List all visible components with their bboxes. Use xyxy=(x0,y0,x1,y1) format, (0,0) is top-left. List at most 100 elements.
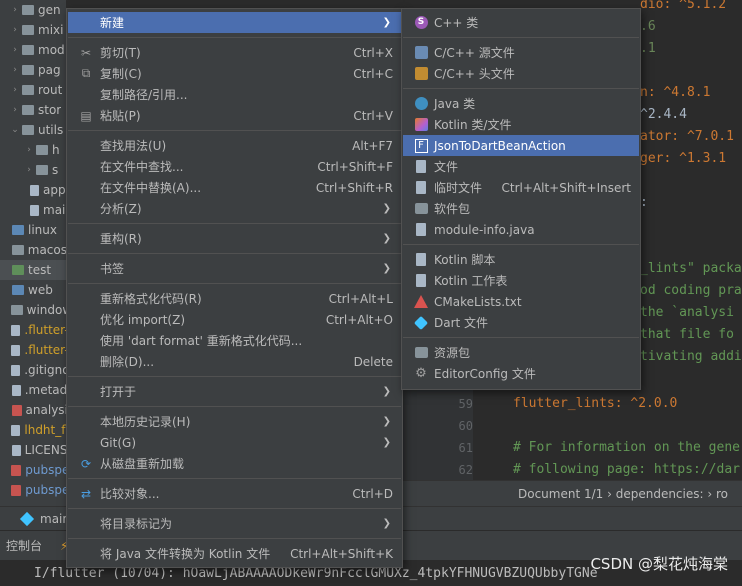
menu-item-label: 复制(C) xyxy=(100,67,142,81)
menu-item[interactable]: Dart 文件 xyxy=(403,312,639,333)
tree-item[interactable]: linux xyxy=(0,220,66,240)
menu-item[interactable]: Git(G) ❯ xyxy=(68,432,401,453)
menu-item[interactable]: 复制路径/引用... xyxy=(68,84,401,105)
tree-item[interactable]: › stor xyxy=(0,100,66,120)
chevron-icon[interactable]: › xyxy=(10,65,20,75)
tree-item[interactable]: .metad xyxy=(0,380,66,400)
menu-item[interactable]: 使用 'dart format' 重新格式化代码... xyxy=(68,330,401,351)
tree-item[interactable]: › h xyxy=(0,140,66,160)
tree-item[interactable]: macos xyxy=(0,240,66,260)
tree-item[interactable]: .flutter- xyxy=(0,320,66,340)
tree-item[interactable]: analysi xyxy=(0,400,66,420)
menu-item[interactable]: 重新格式化代码(R) Ctrl+Alt+L xyxy=(68,288,401,309)
menu-item[interactable]: 查找用法(U) Alt+F7 xyxy=(68,135,401,156)
menu-item[interactable]: ⟳ 从磁盘重新加载 xyxy=(68,453,401,474)
menu-item[interactable]: 优化 import(Z) Ctrl+Alt+O xyxy=(68,309,401,330)
menu-item[interactable]: C/C++ 源文件 xyxy=(403,42,639,63)
tree-item[interactable]: mai xyxy=(0,200,66,220)
chevron-icon[interactable]: › xyxy=(24,145,34,155)
menu-item[interactable]: ▤ 粘贴(P) Ctrl+V xyxy=(68,105,401,126)
chevron-icon[interactable]: › xyxy=(10,105,20,115)
menu-item[interactable]: 临时文件 Ctrl+Alt+Shift+Insert xyxy=(403,177,639,198)
tree-item[interactable]: app xyxy=(0,180,66,200)
folder-icon xyxy=(12,225,24,235)
menu-item[interactable]: 打开于 ❯ xyxy=(68,381,401,402)
menu-item[interactable]: Kotlin 脚本 xyxy=(403,249,639,270)
chevron-icon[interactable]: › xyxy=(10,5,20,15)
menu-item[interactable]: ⚙ EditorConfig 文件 xyxy=(403,363,639,384)
menu-item-shortcut: Ctrl+Alt+Shift+K xyxy=(290,546,393,561)
tree-item[interactable]: › mixi xyxy=(0,20,66,40)
menu-item-label: Java 类 xyxy=(434,97,476,111)
menu-item[interactable]: Kotlin 工作表 xyxy=(403,270,639,291)
new-submenu: S C++ 类 C/C++ 源文件 C/C++ 头文件 Java 类 Kotlin 类/文… xyxy=(401,8,641,390)
folder-icon xyxy=(22,5,34,15)
folder-icon xyxy=(22,45,34,55)
menu-item[interactable]: 将目录标记为 ❯ xyxy=(68,513,401,534)
menu-item-label: 重新格式化代码(R) xyxy=(100,292,202,306)
menu-item[interactable]: 删除(D)... Delete xyxy=(68,351,401,372)
menu-item-shortcut: Ctrl+Alt+L xyxy=(328,291,393,306)
tree-item-label: app xyxy=(43,183,66,197)
tree-item[interactable]: ⌄ utils xyxy=(0,120,66,140)
code-line: .1 xyxy=(640,41,656,56)
menu-separator xyxy=(403,37,639,38)
submenu-arrow-icon: ❯ xyxy=(382,233,391,244)
tree-item[interactable]: pubspe xyxy=(0,480,66,500)
tree-item[interactable]: › rout xyxy=(0,80,66,100)
menu-item-label: CMakeLists.txt xyxy=(434,294,522,309)
tree-item-label: mixi xyxy=(38,23,64,37)
chevron-icon[interactable]: › xyxy=(10,45,20,55)
tree-item[interactable]: LICENS xyxy=(0,440,66,460)
breadcrumb[interactable]: Document 1/1 › dependencies: › ro xyxy=(518,487,728,501)
menu-item[interactable]: 在文件中查找... Ctrl+Shift+F xyxy=(68,156,401,177)
console-tab[interactable]: 控制台 xyxy=(6,537,42,554)
tree-item[interactable]: › pag xyxy=(0,60,66,80)
chevron-icon[interactable]: › xyxy=(24,165,34,175)
menu-item[interactable]: ✂ 剪切(T) Ctrl+X xyxy=(68,42,401,63)
menu-item-label: 软件包 xyxy=(434,202,471,216)
menu-item[interactable]: 书签 ❯ xyxy=(68,258,401,279)
menu-item[interactable]: 重构(R) ❯ xyxy=(68,228,401,249)
menu-item[interactable]: 在文件中替换(A)... Ctrl+Shift+R xyxy=(68,177,401,198)
tree-item[interactable]: lhdht_fl xyxy=(0,420,66,440)
menu-item-label: 临时文件 xyxy=(434,181,483,195)
menu-item[interactable]: 将 Java 文件转换为 Kotlin 文件 Ctrl+Alt+Shift+K xyxy=(68,543,401,564)
tree-item[interactable]: web xyxy=(0,280,66,300)
menu-item[interactable]: F JsonToDartBeanAction xyxy=(403,135,639,156)
menu-item[interactable]: Kotlin 类/文件 xyxy=(403,114,639,135)
tree-item[interactable]: .gitigno xyxy=(0,360,66,380)
menu-item[interactable]: 本地历史记录(H) ❯ xyxy=(68,411,401,432)
menu-item[interactable]: C/C++ 头文件 xyxy=(403,63,639,84)
chevron-icon[interactable]: ⌄ xyxy=(10,125,20,135)
code-line: od coding pra xyxy=(640,283,742,298)
menu-item-shortcut: Ctrl+V xyxy=(353,108,393,123)
tree-item[interactable]: › mod xyxy=(0,40,66,60)
tree-item[interactable]: pubspe xyxy=(0,460,66,480)
menu-item[interactable]: ⇄ 比较对象... Ctrl+D xyxy=(68,483,401,504)
menu-item[interactable]: module-info.java xyxy=(403,219,639,240)
tree-item[interactable]: window xyxy=(0,300,66,320)
menu-item[interactable]: 文件 xyxy=(403,156,639,177)
menu-item[interactable]: ⧉ 复制(C) Ctrl+C xyxy=(68,63,401,84)
menu-item[interactable]: 资源包 xyxy=(403,342,639,363)
folder-icon xyxy=(11,245,24,255)
menu-item-label: 从磁盘重新加载 xyxy=(100,457,185,471)
tree-item[interactable]: › gen xyxy=(0,0,66,20)
code-line: flutter_lints: ^2.0.0 xyxy=(513,396,678,411)
tree-item[interactable]: test xyxy=(0,260,66,280)
menu-item[interactable]: CMakeLists.txt xyxy=(403,291,639,312)
menu-item-label: Kotlin 脚本 xyxy=(434,253,496,267)
menu-item[interactable]: Java 类 xyxy=(403,93,639,114)
file-icon xyxy=(11,364,21,376)
menu-item-label: 剪切(T) xyxy=(100,46,141,60)
menu-item-label: 打开于 xyxy=(100,385,137,399)
tree-item[interactable]: › s xyxy=(0,160,66,180)
menu-item[interactable]: 新建 ❯ xyxy=(68,12,401,33)
menu-item[interactable]: 分析(Z) ❯ xyxy=(68,198,401,219)
menu-item[interactable]: S C++ 类 xyxy=(403,12,639,33)
menu-item[interactable]: 软件包 xyxy=(403,198,639,219)
chevron-icon[interactable]: › xyxy=(10,25,20,35)
chevron-icon[interactable]: › xyxy=(10,85,20,95)
tree-item[interactable]: .flutter- xyxy=(0,340,66,360)
